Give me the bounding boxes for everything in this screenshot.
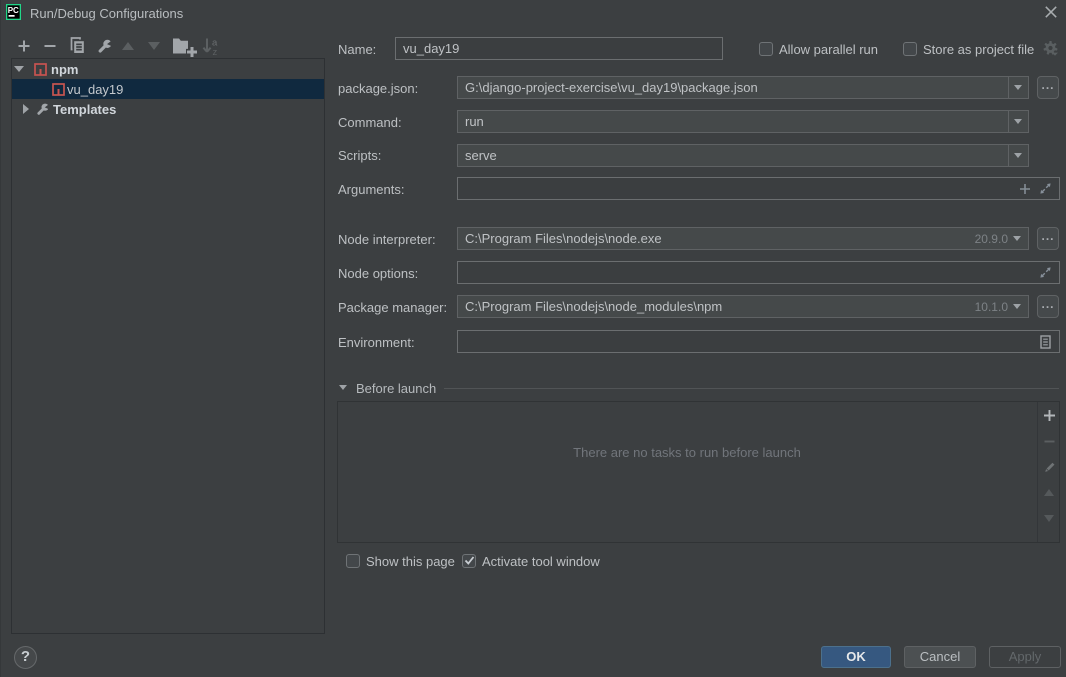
svg-text:PC: PC xyxy=(8,6,19,15)
svg-text:z: z xyxy=(213,47,218,56)
